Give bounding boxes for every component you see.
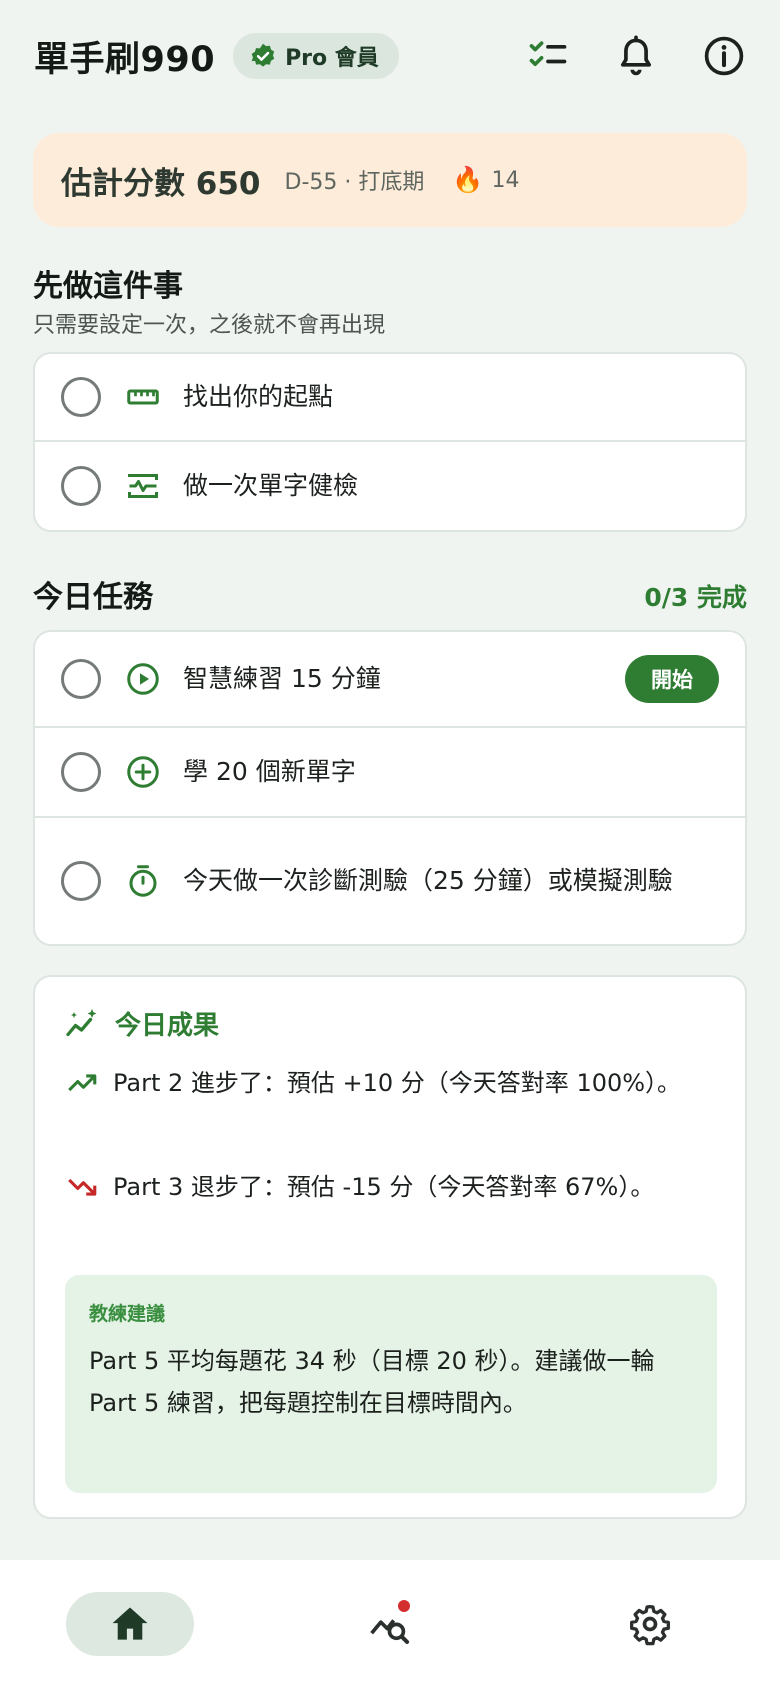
- task-diagnostic-test[interactable]: 今天做一次診斷測驗（25 分鐘）或模擬測驗: [35, 818, 745, 944]
- radio-unchecked[interactable]: [61, 752, 101, 792]
- streak-count: 14: [491, 167, 520, 193]
- setup-item-vocab-check[interactable]: 做一次單字健檢: [35, 442, 745, 530]
- checklist-icon: [529, 41, 567, 67]
- ruler-icon: [125, 379, 161, 415]
- checklist-button[interactable]: [526, 34, 570, 78]
- countdown-phase: D-55 · 打底期: [284, 170, 425, 195]
- trending-down-icon: [68, 1178, 97, 1196]
- coach-text: Part 5 平均每題花 34 秒（目標 20 秒）。建議做一輪 Part 5 …: [89, 1347, 655, 1417]
- streak-counter: 🔥 14: [452, 165, 519, 195]
- add-circle-icon: [125, 754, 161, 790]
- coach-advice-box: 教練建議 Part 5 平均每題花 34 秒（目標 20 秒）。建議做一輪 Pa…: [65, 1275, 717, 1493]
- setup-list: 找出你的起點 做一次單字健檢: [33, 352, 747, 532]
- bottom-navigation: [0, 1560, 780, 1688]
- setup-section-subtitle: 只需要設定一次，之後就不會再出現: [33, 313, 386, 338]
- app-title: 單手刷990: [34, 39, 216, 80]
- pro-member-badge[interactable]: Pro 會員: [233, 33, 399, 79]
- top-app-bar: 單手刷990 Pro 會員: [0, 0, 780, 112]
- notifications-button[interactable]: [614, 34, 658, 78]
- nav-settings[interactable]: [586, 1592, 714, 1656]
- insight-item: Part 2 進步了：預估 +10 分（今天答對率 100%）。: [65, 1062, 705, 1104]
- trending-up-icon: [68, 1074, 97, 1092]
- setup-section-title: 先做這件事: [33, 269, 183, 304]
- nav-analytics[interactable]: [326, 1592, 454, 1656]
- verified-icon: [251, 43, 275, 67]
- info-icon: [704, 36, 744, 76]
- results-title: 今日成果: [115, 1011, 220, 1041]
- setup-item-label: 做一次單字健檢: [183, 471, 359, 500]
- sparkline-icon: [66, 1008, 97, 1036]
- radio-unchecked[interactable]: [61, 861, 101, 901]
- coach-title: 教練建議: [89, 1303, 166, 1325]
- settings-icon: [630, 1604, 670, 1646]
- setup-item-starting-point[interactable]: 找出你的起點: [35, 354, 745, 442]
- today-section-title: 今日任務: [33, 580, 153, 615]
- today-progress: 0/3 完成: [644, 583, 747, 612]
- today-task-list: 智慧練習 15 分鐘 開始 學 20 個新單字 今天做一次診斷測驗（25 分鐘）…: [33, 630, 747, 946]
- insight-text: Part 2 進步了：預估 +10 分（今天答對率 100%）。: [113, 1069, 682, 1097]
- start-button[interactable]: 開始: [625, 655, 719, 703]
- task-label: 今天做一次診斷測驗（25 分鐘）或模擬測驗: [183, 866, 673, 895]
- task-label: 智慧練習 15 分鐘: [183, 664, 381, 693]
- task-new-words[interactable]: 學 20 個新單字: [35, 728, 745, 818]
- score-summary-card[interactable]: 估計分數 650 D-55 · 打底期 🔥 14: [33, 133, 747, 227]
- estimated-score: 估計分數 650: [61, 165, 261, 202]
- pro-badge-label: Pro 會員: [285, 46, 379, 71]
- info-button[interactable]: [702, 34, 746, 78]
- setup-item-label: 找出你的起點: [183, 382, 334, 411]
- radio-unchecked[interactable]: [61, 377, 101, 417]
- insight-text: Part 3 退步了：預估 -15 分（今天答對率 67%）。: [113, 1173, 655, 1201]
- timer-icon: [125, 863, 161, 899]
- bell-icon: [620, 35, 652, 76]
- home-icon: [112, 1607, 148, 1640]
- notification-dot: [398, 1600, 410, 1612]
- radio-unchecked[interactable]: [61, 466, 101, 506]
- today-results-card: 今日成果 Part 2 進步了：預估 +10 分（今天答對率 100%）。 Pa…: [33, 975, 747, 1519]
- fire-icon: 🔥: [452, 165, 484, 194]
- insight-item: Part 3 退步了：預估 -15 分（今天答對率 67%）。: [65, 1166, 705, 1208]
- nav-home[interactable]: [66, 1592, 194, 1656]
- play-circle-icon: [125, 661, 161, 697]
- task-smart-practice[interactable]: 智慧練習 15 分鐘 開始: [35, 632, 745, 728]
- task-label: 學 20 個新單字: [183, 757, 356, 786]
- radio-unchecked[interactable]: [61, 659, 101, 699]
- vital-check-icon: [125, 468, 161, 504]
